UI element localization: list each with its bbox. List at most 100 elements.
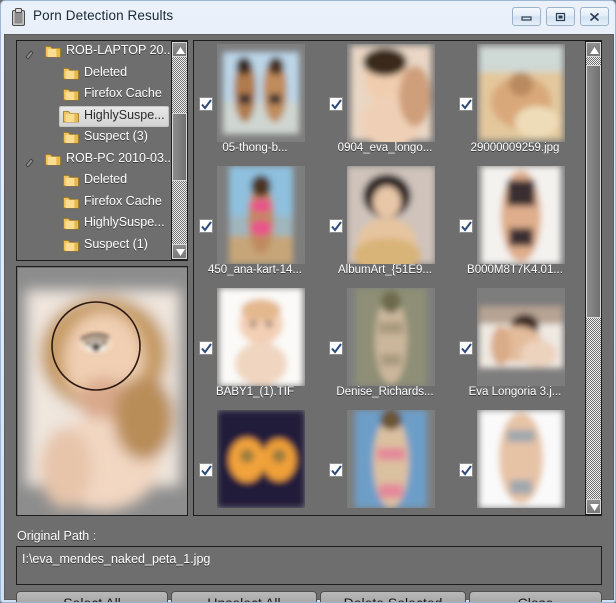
tree-item-label: Suspect (1) — [84, 236, 148, 251]
thumbnail-checkbox[interactable] — [199, 463, 213, 477]
thumbnail-label: 0904_eva_longo... — [337, 142, 433, 154]
unselect-all-button[interactable]: Unselect All — [171, 591, 317, 602]
thumbnail-cell[interactable]: BABY1_(1).TIF — [195, 286, 315, 408]
thumbnail-label: B000M8T7K4.01... — [467, 264, 563, 276]
thumbnail-label: 450_ana-kart-14... — [208, 264, 302, 276]
thumbnail-image[interactable] — [217, 410, 305, 508]
tree-scrollbar-thumb[interactable] — [172, 113, 187, 181]
scroll-up-arrow[interactable] — [586, 42, 601, 57]
thumbnail-image[interactable] — [217, 166, 305, 264]
tree-item-label: Firefox Cache — [84, 86, 162, 100]
thumbnail-label: BABY1_(1).TIF — [216, 386, 294, 398]
tree-item-label: HighlySuspe... — [84, 107, 165, 122]
close-button[interactable] — [580, 7, 609, 26]
thumbnail-image[interactable] — [347, 44, 435, 142]
thumbnail-image[interactable] — [347, 166, 435, 264]
original-path-field[interactable]: I:\eva_mendes_naked_peta_1.jpg — [16, 546, 602, 585]
clipboard-icon — [10, 8, 27, 27]
thumbnail-checkbox[interactable] — [459, 341, 473, 355]
thumbnail-image[interactable] — [477, 288, 565, 386]
scroll-up-arrow[interactable] — [172, 42, 187, 57]
thumbnail-checkbox[interactable] — [199, 97, 213, 111]
expander-icon[interactable] — [25, 155, 35, 168]
window-title: Porn Detection Results — [33, 8, 174, 23]
tree-item[interactable]: Suspect (3) — [17, 127, 171, 149]
maximize-button[interactable] — [546, 7, 575, 26]
folder-icon — [63, 87, 79, 101]
thumbnail-cell[interactable]: Eva Longoria 3.j... — [455, 286, 575, 408]
grid-vertical-scrollbar[interactable] — [585, 41, 601, 515]
folder-icon — [63, 130, 79, 144]
tree-item-label: ROB-PC 2010-03... — [66, 258, 171, 260]
thumbnail-label: Denise_Richards... — [336, 386, 434, 398]
tree-item-label: Firefox Cache — [84, 193, 162, 208]
thumbnail-checkbox[interactable] — [459, 463, 473, 477]
thumbnail-cell[interactable]: Denise_Richards... — [325, 286, 445, 408]
tree-item[interactable]: Suspect (1) — [17, 235, 171, 257]
tree-item[interactable]: ROB-PC 2010-03... — [17, 256, 171, 260]
thumbnail-cell[interactable] — [325, 408, 445, 515]
tree-item[interactable]: Firefox Cache — [17, 192, 171, 214]
folder-icon — [45, 152, 61, 166]
thumbnail-row: 05-thong-b... 0904_eva_longo... 2900000925… — [195, 42, 585, 164]
tree-item[interactable]: Deleted — [17, 170, 171, 192]
tree-item[interactable]: Deleted — [17, 63, 171, 85]
thumbnail-cell[interactable]: 450_ana-kart-14... — [195, 164, 315, 286]
tree-item[interactable]: ROB-LAPTOP 20... — [17, 41, 171, 63]
original-path-label: Original Path : — [17, 529, 97, 543]
title-bar[interactable]: Porn Detection Results — [1, 1, 615, 34]
thumbnail-cell[interactable]: 29000009259.jpg — [455, 42, 575, 164]
folder-tree[interactable]: ROB-LAPTOP 20... Deleted Firefox Cache High… — [17, 41, 171, 260]
thumbnail-cell[interactable]: 0904_eva_longo... — [325, 42, 445, 164]
tree-item[interactable]: HighlySuspe... — [17, 213, 171, 235]
thumbnail-image[interactable] — [217, 288, 305, 386]
tree-vertical-scrollbar[interactable] — [171, 41, 188, 260]
folder-icon — [63, 66, 79, 80]
folder-icon — [63, 195, 79, 209]
tree-item[interactable]: HighlySuspe... — [17, 105, 171, 128]
thumbnail-checkbox[interactable] — [199, 341, 213, 355]
thumbnail-cell[interactable]: AlbumArt_{51E9... — [325, 164, 445, 286]
expander-icon[interactable] — [25, 47, 35, 60]
thumbnail-checkbox[interactable] — [199, 219, 213, 233]
close-dialog-button[interactable]: Close — [469, 591, 602, 602]
tree-item-label: HighlySuspe... — [84, 215, 165, 229]
tree-item[interactable]: ROB-PC 2010-03... — [17, 149, 171, 171]
folder-icon — [63, 173, 79, 187]
thumbnail-checkbox[interactable] — [329, 219, 343, 233]
grid-scrollbar-thumb[interactable] — [586, 65, 601, 318]
thumbnail-image[interactable] — [477, 410, 565, 508]
tree-item-label: Deleted — [84, 172, 128, 186]
thumbnail-cell[interactable] — [195, 408, 315, 515]
thumbnail-checkbox[interactable] — [459, 219, 473, 233]
scroll-down-arrow[interactable] — [172, 244, 187, 259]
tree-item[interactable]: Firefox Cache — [17, 84, 171, 106]
thumbnail-image[interactable] — [477, 166, 565, 264]
thumbnail-row: BABY1_(1).TIF Denise_Richards... Eva Longo… — [195, 286, 585, 408]
thumbnail-checkbox[interactable] — [329, 463, 343, 477]
thumbnail-image[interactable] — [347, 288, 435, 386]
folder-tree-panel: ROB-LAPTOP 20... Deleted Firefox Cache High… — [16, 40, 188, 261]
thumbnail-image[interactable] — [217, 44, 305, 142]
folder-icon — [63, 238, 79, 252]
folder-icon — [45, 44, 61, 58]
thumbnail-row: 450_ana-kart-14... AlbumArt_{51E9... B000M… — [195, 164, 585, 286]
image-preview-panel — [16, 266, 188, 516]
thumbnail-checkbox[interactable] — [329, 341, 343, 355]
thumbnail-image[interactable] — [347, 410, 435, 508]
folder-icon — [63, 216, 79, 230]
select-all-button[interactable]: Select All — [16, 591, 168, 602]
tree-item-label: ROB-PC 2010-03... — [66, 150, 171, 165]
scroll-down-arrow[interactable] — [586, 499, 601, 514]
thumbnail-cell[interactable]: B000M8T7K4.01... — [455, 164, 575, 286]
thumbnail-image[interactable] — [477, 44, 565, 142]
thumbnail-checkbox[interactable] — [329, 97, 343, 111]
thumbnail-grid[interactable]: 05-thong-b... 0904_eva_longo... 2900000925… — [195, 42, 585, 515]
thumbnail-checkbox[interactable] — [459, 97, 473, 111]
thumbnail-cell[interactable]: 05-thong-b... — [195, 42, 315, 164]
tree-item-label: Deleted — [84, 64, 128, 79]
thumbnail-cell[interactable] — [455, 408, 575, 515]
delete-selected-button[interactable]: Delete Selected — [320, 591, 466, 602]
minimize-button[interactable] — [512, 7, 541, 26]
folder-icon — [45, 259, 61, 260]
